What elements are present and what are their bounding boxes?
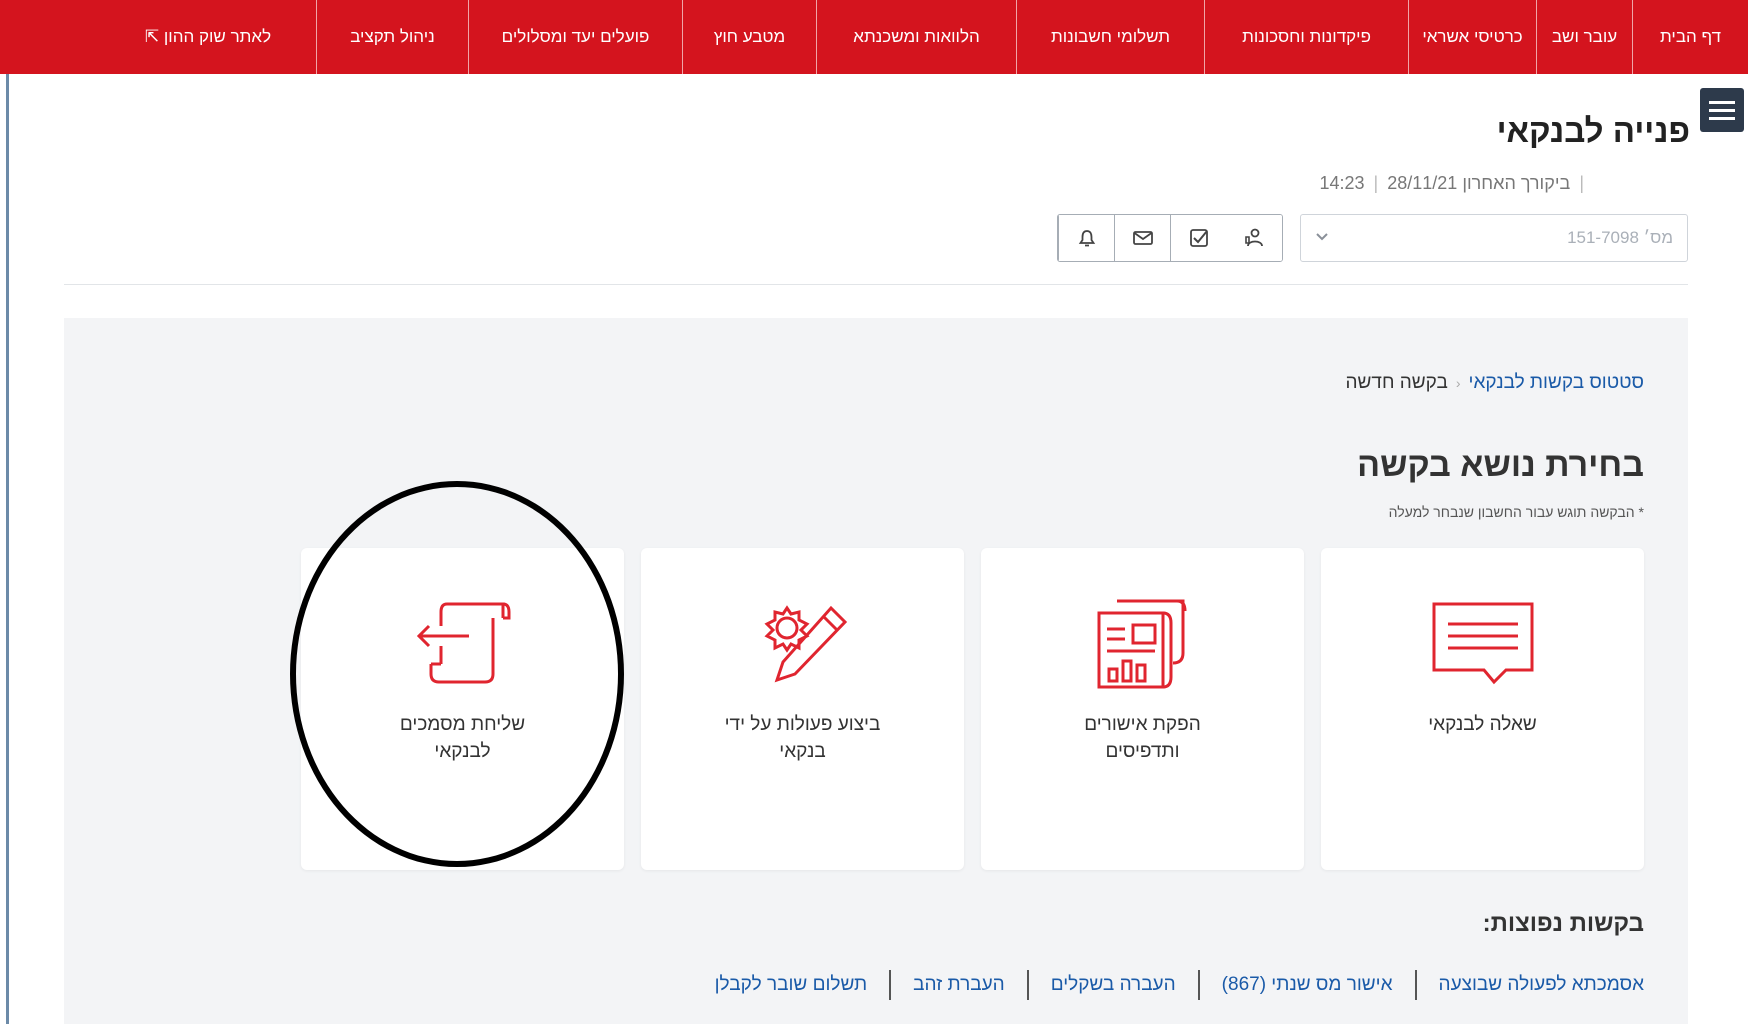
popular-requests-title: בקשות נפוצות: [1482, 910, 1644, 937]
card-send-documents[interactable]: שליחת מסמכים לבנקאי [301, 548, 624, 870]
breadcrumb-current: בקשה חדשה [1345, 372, 1448, 393]
chevron-down-icon [1315, 229, 1329, 247]
account-select-value: מס׳ 151-7098 [1567, 228, 1673, 247]
divider [1414, 970, 1417, 1000]
left-border [6, 74, 9, 1024]
last-visit-label: ביקורך האחרון [1462, 173, 1571, 193]
nav-item-loans[interactable]: הלוואות ומשכנתא [816, 0, 1016, 74]
card-label: שאלה לבנקאי [1428, 714, 1537, 735]
last-visit-info: | ביקורך האחרון 28/11/21 | 14:23 [1319, 173, 1588, 194]
nav-item-capital-market[interactable]: לאתר שוק ההון ⇱ [100, 0, 316, 74]
chat-message-icon [1428, 593, 1538, 693]
card-actions-by-banker[interactable]: ביצוע פעולות על ידי בנקאי [641, 548, 964, 870]
divider [1026, 970, 1029, 1000]
popular-requests-links: אסמכתא לפעולה שבוצעה אישור מס שנתי (867)… [715, 970, 1644, 1000]
top-navigation: דף הבית עובר ושב כרטיסי אשראי פיקדונות ו… [0, 0, 1748, 74]
card-label: הפקת אישורים ותדפיסים [1084, 714, 1201, 762]
nav-item-credit-cards[interactable]: כרטיסי אשראי [1408, 0, 1536, 74]
breadcrumb-parent-link[interactable]: סטטוס בקשות לבנקאי [1469, 372, 1644, 394]
card-label: ביצוע פעולות על ידי בנקאי [724, 714, 881, 762]
card-label: שליחת מסמכים לבנקאי [399, 714, 526, 762]
popular-link-transaction-reference[interactable]: אסמכתא לפעולה שבוצעה [1439, 974, 1644, 996]
card-question-to-banker[interactable]: שאלה לבנקאי [1321, 548, 1644, 870]
separator: | [1373, 173, 1379, 193]
section-title: בחירת נושא בקשה [1357, 446, 1644, 484]
nav-item-budget[interactable]: ניהול תקציב [316, 0, 468, 74]
gear-pencil-icon [753, 593, 853, 693]
last-visit-date: 28/11/21 [1387, 173, 1458, 193]
bell-icon[interactable] [1058, 215, 1114, 261]
section-note: * הבקשה תוגש עבור החשבון שנבחר למעלה [1388, 504, 1644, 520]
page-title: פנייה לבנקאי [1496, 112, 1690, 149]
person-icon[interactable] [1226, 215, 1282, 261]
divider [1197, 970, 1200, 1000]
nav-item-deposits[interactable]: פיקדונות וחסכונות [1204, 0, 1408, 74]
popular-link-shekel-transfer[interactable]: העברה בשקלים [1051, 974, 1176, 996]
popular-link-annual-tax[interactable]: אישור מס שנתי (867) [1222, 974, 1393, 996]
nav-item-home[interactable]: דף הבית [1632, 0, 1748, 74]
chevron-left-icon: ‹ [1455, 375, 1461, 391]
popular-link-contractor-voucher[interactable]: תשלום שובר לקבלן [715, 974, 867, 996]
nav-item-foreign-currency[interactable]: מטבע חוץ [682, 0, 816, 74]
checkbox-icon[interactable] [1170, 215, 1226, 261]
hamburger-icon[interactable] [1700, 88, 1744, 132]
reports-document-icon [1093, 593, 1193, 693]
account-select[interactable]: מס׳ 151-7098 [1300, 214, 1688, 262]
divider [889, 970, 892, 1000]
quick-actions [1057, 214, 1283, 262]
card-reports-and-statements[interactable]: הפקת אישורים ותדפיסים [981, 548, 1304, 870]
nav-item-target-plans[interactable]: פועלים יעד ומסלולים [468, 0, 682, 74]
last-visit-time: 14:23 [1319, 173, 1365, 193]
send-document-icon [413, 593, 513, 693]
nav-item-current-account[interactable]: עובר ושב [1536, 0, 1632, 74]
mail-icon[interactable] [1114, 215, 1170, 261]
breadcrumb: סטטוס בקשות לבנקאי ‹ בקשה חדשה [1346, 372, 1645, 394]
separator: | [1579, 173, 1584, 193]
popular-link-gold-transfer[interactable]: העברת זהב [913, 974, 1005, 996]
nav-item-bill-payments[interactable]: תשלומי חשבונות [1016, 0, 1204, 74]
divider [64, 284, 1688, 285]
